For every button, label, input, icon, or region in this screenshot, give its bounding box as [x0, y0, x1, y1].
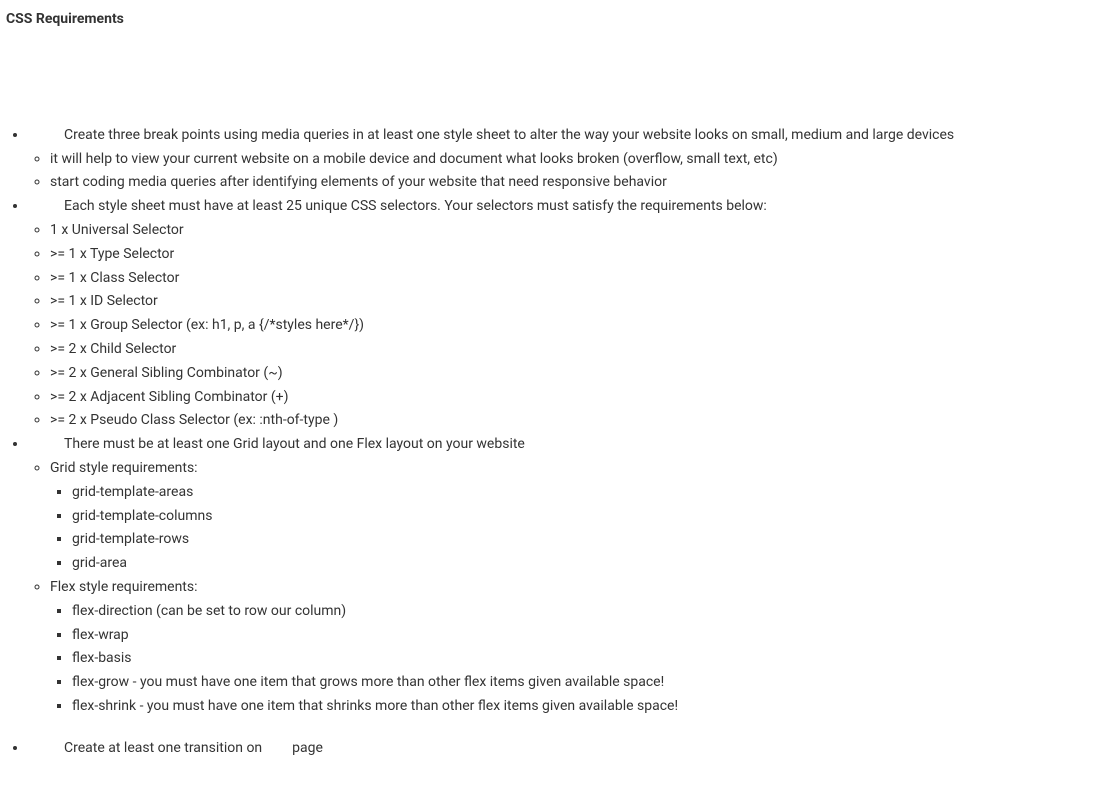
sub-sub-bullet: flex-direction (can be set to row our co… — [72, 600, 1095, 624]
sub-sub-bullet-text: flex-shrink - you must have one item tha… — [72, 698, 678, 714]
sub-sub-bullet-text: grid-area — [72, 555, 127, 571]
sub-bullet: >= 1 x ID Selector — [50, 290, 1095, 314]
sub-bullet: >= 1 x Group Selector (ex: h1, p, a {/*s… — [50, 314, 1095, 338]
sub-bullet: 1 x Universal Selector — [50, 219, 1095, 243]
sub-bullet: >= 2 x Adjacent Sibling Combinator (+) — [50, 386, 1095, 410]
faded-placeholder-block — [6, 36, 1095, 120]
bullet-text-part2: page — [292, 740, 323, 756]
sub-sub-bullet: flex-grow - you must have one item that … — [72, 671, 1095, 695]
sub-sub-bullet: grid-template-rows — [72, 528, 1095, 552]
bullet-text: There must be at least one Grid layout a… — [28, 433, 525, 457]
sub-bullet-text: >= 2 x Child Selector — [50, 341, 176, 357]
bullet-layouts: There must be at least one Grid layout a… — [28, 433, 1095, 719]
sub-bullet-text: >= 2 x Adjacent Sibling Combinator (+) — [50, 389, 288, 405]
sublist: 1 x Universal Selector >= 1 x Type Selec… — [28, 219, 1095, 433]
sub-bullet: >= 2 x General Sibling Combinator (~) — [50, 362, 1095, 386]
sub-sub-bullet: grid-template-columns — [72, 505, 1095, 529]
sub-bullet-text: >= 1 x Group Selector (ex: h1, p, a {/*s… — [50, 317, 364, 333]
sub-sublist: flex-direction (can be set to row our co… — [50, 600, 1095, 719]
sub-bullet-text: >= 1 x Type Selector — [50, 246, 174, 262]
sub-bullet-text: >= 2 x Pseudo Class Selector (ex: :nth-o… — [50, 412, 338, 428]
sub-bullet: >= 2 x Pseudo Class Selector (ex: :nth-o… — [50, 409, 1095, 433]
sub-bullet-text: it will help to view your current websit… — [50, 151, 778, 167]
sublist: Grid style requirements: grid-template-a… — [28, 457, 1095, 719]
sub-bullet: it will help to view your current websit… — [50, 148, 1095, 172]
sub-bullet-text: >= 2 x General Sibling Combinator (~) — [50, 365, 283, 381]
sub-bullet-text: >= 1 x ID Selector — [50, 293, 158, 309]
sub-sub-bullet-text: flex-basis — [72, 650, 132, 666]
bullet-text: Create three break points using media qu… — [28, 124, 954, 148]
sub-bullet-text: Grid style requirements: — [50, 460, 198, 476]
sub-bullet: start coding media queries after identif… — [50, 171, 1095, 195]
bullet-text-part1: Create at least one transition on — [28, 737, 262, 761]
sub-sub-bullet-text: grid-template-areas — [72, 484, 193, 500]
bullet-selectors: Each style sheet must have at least 25 u… — [28, 195, 1095, 433]
sub-sub-bullet: flex-wrap — [72, 624, 1095, 648]
sub-sub-bullet-text: flex-direction (can be set to row our co… — [72, 603, 346, 619]
sub-sub-bullet: grid-area — [72, 552, 1095, 576]
sub-sub-bullet-text: grid-template-rows — [72, 531, 189, 547]
sub-bullet-flex: Flex style requirements: flex-direction … — [50, 576, 1095, 719]
sub-bullet: >= 1 x Class Selector — [50, 267, 1095, 291]
sub-bullet-grid: Grid style requirements: grid-template-a… — [50, 457, 1095, 576]
sub-bullet-text: start coding media queries after identif… — [50, 174, 667, 190]
sub-sub-bullet: grid-template-areas — [72, 481, 1095, 505]
sub-bullet-text: 1 x Universal Selector — [50, 222, 184, 238]
sub-bullet-text: Flex style requirements: — [50, 579, 198, 595]
bullet-transition: Create at least one transition on page — [28, 737, 1095, 761]
bullet-text: Each style sheet must have at least 25 u… — [28, 195, 767, 219]
sub-sub-bullet-text: flex-grow - you must have one item that … — [72, 674, 664, 690]
requirements-list: Create three break points using media qu… — [6, 124, 1095, 761]
sub-sublist: grid-template-areas grid-template-column… — [50, 481, 1095, 576]
sub-bullet-text: >= 1 x Class Selector — [50, 270, 179, 286]
sub-sub-bullet: flex-shrink - you must have one item tha… — [72, 695, 1095, 719]
sub-sub-bullet: flex-basis — [72, 647, 1095, 671]
section-heading: CSS Requirements — [6, 8, 1095, 32]
sub-bullet: >= 2 x Child Selector — [50, 338, 1095, 362]
sub-sub-bullet-text: grid-template-columns — [72, 508, 212, 524]
sub-sub-bullet-text: flex-wrap — [72, 627, 129, 643]
sub-bullet: >= 1 x Type Selector — [50, 243, 1095, 267]
bullet-media-queries: Create three break points using media qu… — [28, 124, 1095, 195]
sublist: it will help to view your current websit… — [28, 148, 1095, 196]
